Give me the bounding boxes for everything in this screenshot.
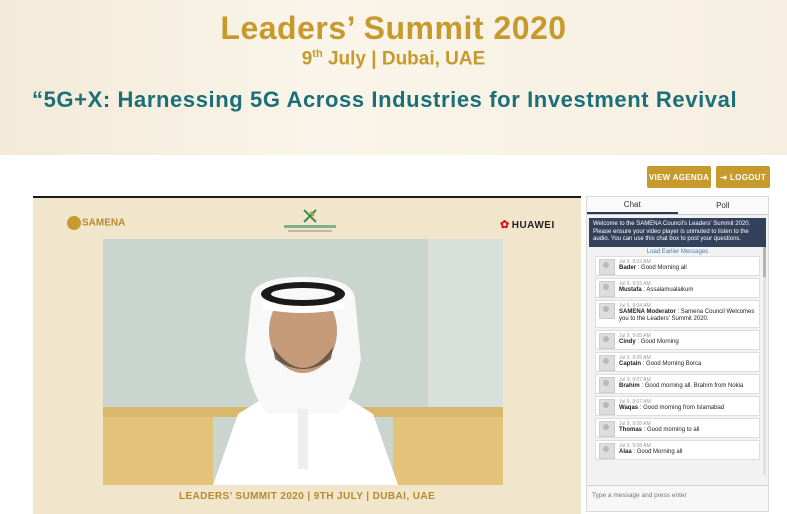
chat-message: Jul 9, 9:08 AM Alaa : Good Morning all — [595, 439, 760, 460]
player-caption: LEADERS’ SUMMIT 2020 | 9TH JULY | DUBAI,… — [178, 491, 436, 502]
huawei-logo: ✿ HUAWEI — [500, 218, 555, 231]
message-user: Bader — [619, 264, 637, 271]
chat-message: Jul 9, 9:03 AM Mustafa : Assalamualaikum — [595, 277, 760, 298]
date-ordinal: th — [312, 48, 323, 60]
load-earlier-link[interactable]: Load Earlier Messages — [587, 249, 768, 255]
date-rest: July | Dubai, UAE — [322, 48, 486, 70]
tab-chat[interactable]: Chat — [587, 197, 678, 214]
message-text: Assalamualaikum — [646, 286, 694, 293]
chat-message-input[interactable]: Type a message and press enter — [587, 485, 768, 511]
avatar-icon — [599, 332, 615, 349]
chat-tabs: Chat Poll — [587, 197, 768, 215]
logout-label: LOGOUT — [729, 172, 767, 182]
chat-scrollbar[interactable] — [763, 247, 766, 475]
chat-message: Jul 9, 9:05 AM Captain : Good Morning Bor… — [595, 351, 760, 372]
chat-scrollbar-thumb[interactable] — [763, 247, 766, 277]
event-title: Leaders’ Summit 2020 — [220, 10, 567, 46]
message-text: Good morning to all — [647, 426, 700, 433]
chat-message: Jul 9, 9:03 AM Bader : Good Morning all — [595, 255, 760, 276]
message-user: Brahim — [619, 382, 640, 389]
chat-message: Jul 9, 9:05 AM Cindy : Good Morning — [595, 329, 760, 350]
avatar-icon — [599, 302, 615, 319]
video-player[interactable]: SAMENA ✿ HUAWEI LEADERS’ SUMMIT 2020 | 9T… — [33, 196, 581, 514]
avatar-icon — [599, 442, 615, 459]
message-text: Good morning all. Brahim from Nokia — [644, 382, 744, 389]
message-user: Captain — [619, 360, 642, 367]
video-frame[interactable] — [103, 239, 503, 485]
avatar-icon — [599, 376, 615, 393]
message-user: Cindy — [619, 338, 636, 345]
message-text: Good morning from Islamabad — [643, 404, 725, 411]
chat-welcome-notice: Welcome to the SAMENA Council's Leaders'… — [589, 218, 766, 247]
avatar-icon — [599, 258, 615, 275]
message-text: Good Morning Borca — [646, 360, 702, 367]
message-user: SAMENA Moderator — [619, 308, 676, 315]
message-text: Good Morning all — [641, 264, 687, 271]
chat-message: Jul 9, 9:08 AM Thomas : Good morning to a… — [595, 417, 760, 438]
message-user: Thomas — [619, 426, 643, 433]
samena-logo-text: SAMENA — [82, 217, 126, 229]
message-text: Good Morning all — [636, 448, 683, 455]
view-agenda-button[interactable]: VIEW AGENDA — [647, 166, 711, 188]
logout-button[interactable]: ⇥ LOGOUT — [716, 166, 770, 188]
chat-message-list: Jul 9, 9:03 AM Bader : Good Morning all J… — [595, 255, 760, 460]
avatar-icon — [599, 420, 615, 437]
event-date: 9th July | Dubai, UAE — [0, 48, 787, 70]
event-banner: Leaders’ Summit 2020 9th July | Dubai, U… — [0, 0, 787, 155]
avatar-icon — [599, 354, 615, 371]
avatar-icon — [599, 280, 615, 297]
tab-poll[interactable]: Poll — [678, 197, 769, 214]
message-text: Good Morning — [640, 338, 679, 345]
tra-logo — [284, 209, 336, 232]
chat-message: Jul 9, 9:07 AM Brahim : Good morning all.… — [595, 373, 760, 394]
huawei-logo-text: HUAWEI — [511, 220, 555, 231]
chat-message: Jul 9, 9:04 AM SAMENA Moderator : Samena … — [595, 299, 760, 328]
chat-panel: Chat Poll Welcome to the SAMENA Council'… — [586, 196, 769, 512]
message-user: Waqas — [619, 404, 639, 411]
avatar-icon — [599, 398, 615, 415]
message-user: Mustafa — [619, 286, 642, 293]
samena-logo: SAMENA — [67, 216, 125, 230]
samena-mark-icon — [67, 216, 81, 230]
chat-message: Jul 9, 9:07 AM Waqas : Good morning from … — [595, 395, 760, 416]
huawei-flower-icon: ✿ — [500, 219, 510, 231]
message-user: Alaa — [619, 448, 632, 455]
date-day: 9 — [301, 48, 313, 70]
session-title: “5G+X: Harnessing 5G Across Industries f… — [32, 87, 738, 112]
logout-icon: ⇥ — [719, 172, 727, 182]
speaker-video-image — [103, 239, 503, 485]
